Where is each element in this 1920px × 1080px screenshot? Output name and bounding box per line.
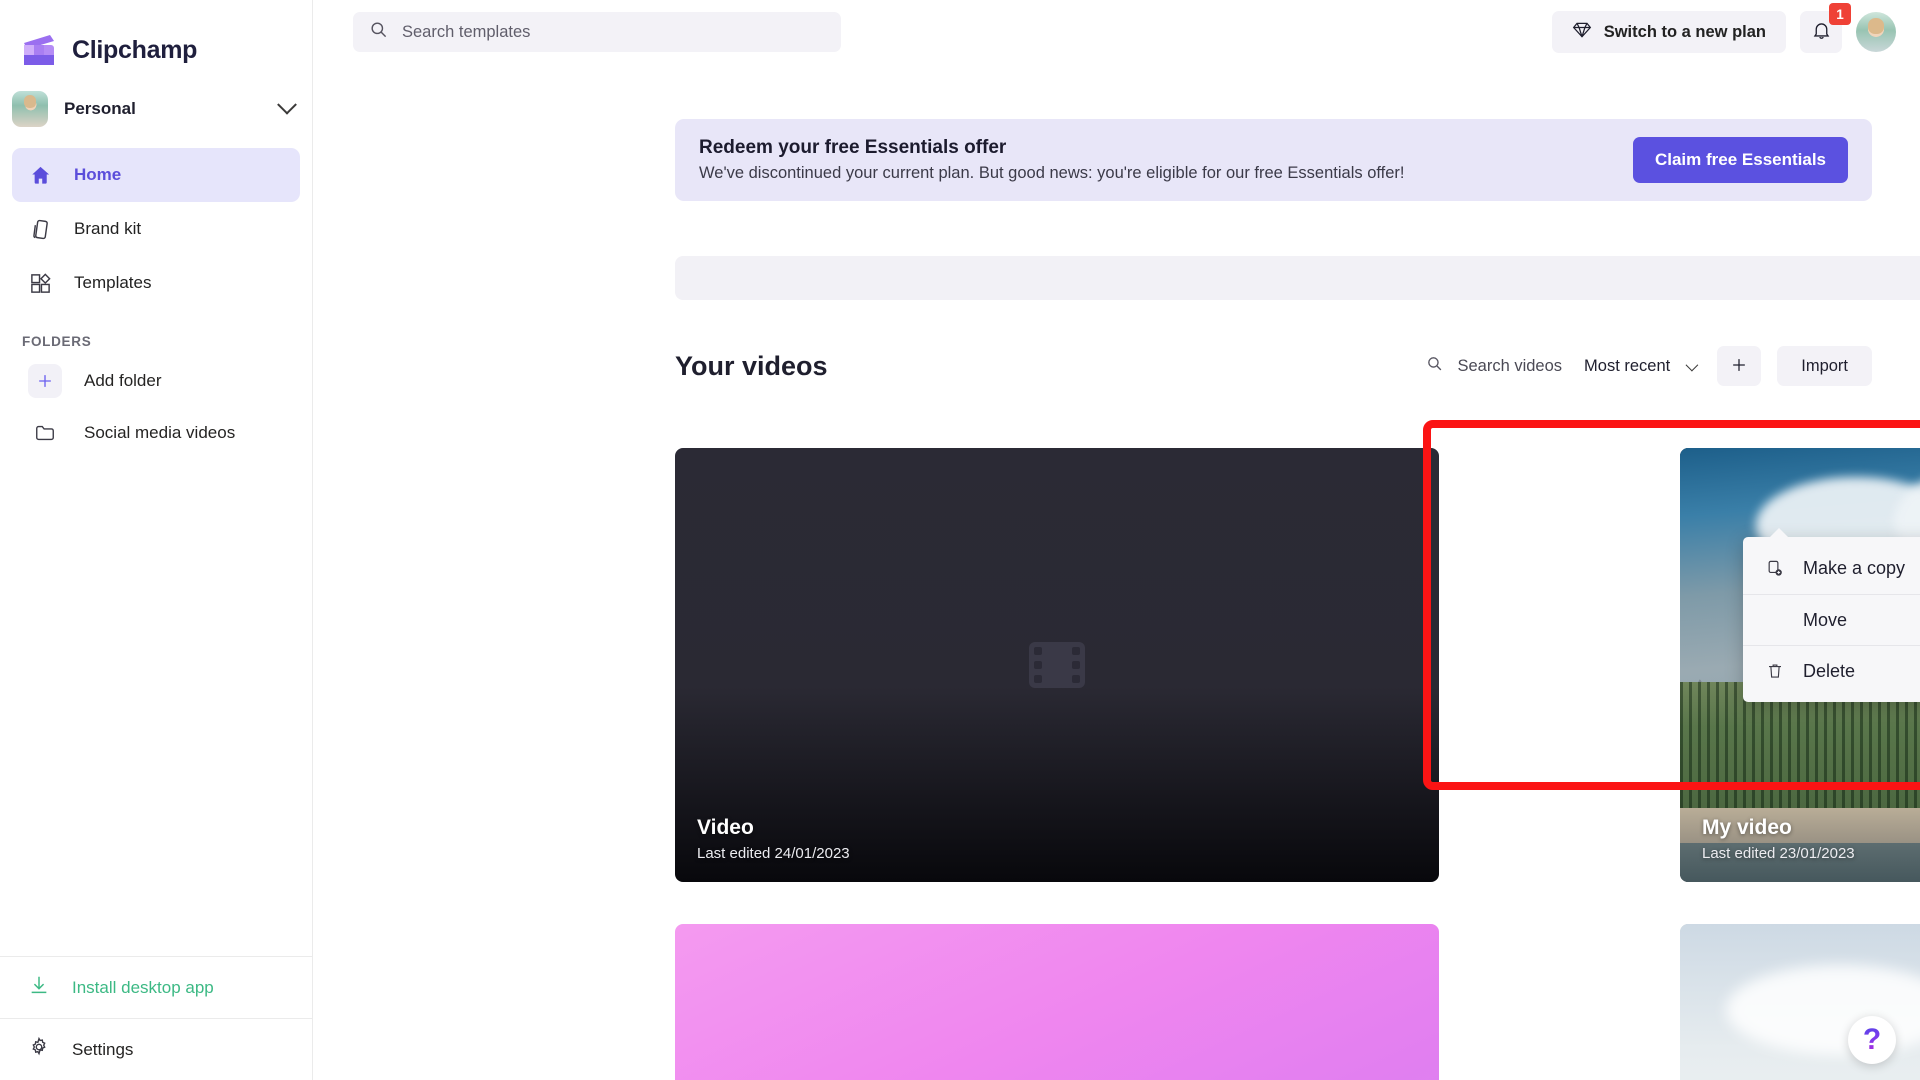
install-desktop-app-button[interactable]: Install desktop app — [0, 956, 312, 1018]
folders-list: Add folder Social media videos — [0, 355, 312, 459]
sidebar-item-home[interactable]: Home — [12, 148, 300, 202]
sidebar-item-label: Add folder — [84, 371, 162, 390]
banner-text: Redeem your free Essentials offer We've … — [699, 137, 1405, 183]
topbar-actions: Switch to a new plan 1 — [1551, 3, 1896, 53]
profile-avatar[interactable] — [1856, 12, 1896, 52]
videos-section-header: Your videos Search videos Most recent Im… — [675, 345, 1872, 387]
page-title: Your videos — [675, 350, 828, 381]
account-avatar — [12, 91, 48, 127]
videos-search-placeholder: Search videos — [1457, 356, 1563, 375]
clipchamp-app: Clipchamp Personal Home Brand kit Templa… — [0, 0, 1920, 1080]
menu-item-label: Delete — [1803, 660, 1856, 681]
clipped-row-above — [675, 256, 1920, 300]
brand-kit-icon — [28, 217, 52, 241]
topbar: Switch to a new plan 1 — [313, 0, 1920, 64]
video-card-meta: My video Last edited 23/01/2023 — [1702, 816, 1855, 862]
sort-select[interactable]: Most recent — [1578, 357, 1701, 376]
settings-label: Settings — [72, 1039, 134, 1059]
switch-plan-button[interactable]: Switch to a new plan — [1551, 11, 1786, 53]
settings-button[interactable]: Settings — [0, 1018, 312, 1080]
menu-item-label: Move — [1803, 609, 1848, 630]
account-switcher[interactable]: Personal — [0, 78, 312, 140]
notification-badge: 1 — [1829, 3, 1851, 25]
chevron-down-icon — [1685, 358, 1699, 371]
chevron-down-icon — [277, 94, 297, 115]
video-last-edited: Last edited 24/01/2023 — [697, 845, 850, 862]
trash-icon — [1765, 661, 1785, 681]
video-card-meta: Video Last edited 24/01/2023 — [697, 816, 850, 862]
template-search[interactable] — [353, 12, 841, 52]
copy-icon — [1765, 559, 1785, 579]
install-desktop-app-label: Install desktop app — [72, 977, 214, 997]
video-card[interactable]: Video Last edited 24/01/2023 — [675, 448, 1439, 882]
sidebar-item-label: Brand kit — [74, 219, 142, 238]
home-icon — [28, 163, 52, 187]
menu-item-label: Make a copy — [1803, 558, 1906, 578]
context-menu-arrow — [1769, 528, 1789, 538]
essentials-offer-banner: Redeem your free Essentials offer We've … — [675, 119, 1872, 201]
video-title: My video — [1702, 816, 1792, 839]
sidebar-item-templates[interactable]: Templates — [12, 256, 300, 310]
bell-icon — [1811, 20, 1832, 44]
video-title: Video — [697, 816, 754, 839]
primary-nav: Home Brand kit Templates — [0, 140, 312, 310]
folder-icon — [28, 416, 62, 450]
banner-title: Redeem your free Essentials offer — [699, 137, 1007, 158]
menu-item-move[interactable]: Move — [1743, 594, 1920, 645]
sidebar-item-label: Templates — [74, 273, 152, 292]
sidebar-item-label: Home — [74, 165, 122, 184]
sidebar-item-brand-kit[interactable]: Brand kit — [12, 202, 300, 256]
templates-icon — [28, 271, 52, 295]
menu-item-make-a-copy[interactable]: Make a copy — [1743, 543, 1920, 594]
menu-item-delete[interactable]: Delete — [1743, 645, 1920, 696]
sidebar-item-social-media-videos[interactable]: Social media videos — [12, 407, 300, 459]
notifications-button[interactable]: 1 — [1800, 3, 1851, 53]
sort-value: Most recent — [1584, 356, 1671, 375]
sidebar-item-label: Social media videos — [84, 423, 236, 442]
claim-free-essentials-button[interactable]: Claim free Essentials — [1632, 137, 1848, 183]
search-icon — [369, 20, 388, 44]
download-icon — [28, 974, 50, 1001]
help-question-icon: ? — [1862, 1023, 1882, 1056]
sidebar-footer: Install desktop app Settings — [0, 956, 312, 1080]
plus-icon — [1729, 355, 1749, 378]
video-last-edited: Last edited 23/01/2023 — [1702, 845, 1855, 862]
import-button[interactable]: Import — [1777, 346, 1872, 386]
account-name: Personal — [64, 99, 136, 118]
help-button[interactable]: ? — [1848, 1016, 1896, 1064]
clipchamp-logo-icon — [20, 32, 58, 68]
diamond-icon — [1572, 20, 1592, 45]
video-card[interactable] — [675, 924, 1439, 1080]
sidebar-item-add-folder[interactable]: Add folder — [12, 355, 300, 407]
add-video-button[interactable] — [1717, 346, 1762, 386]
move-icon — [1765, 610, 1785, 630]
app-title: Clipchamp — [72, 35, 198, 64]
switch-plan-label: Switch to a new plan — [1603, 22, 1766, 41]
videos-toolbar: Search videos Most recent Import — [1426, 346, 1872, 386]
videos-search[interactable]: Search videos — [1426, 355, 1562, 377]
banner-subtitle: We've discontinued your current plan. Bu… — [699, 164, 1405, 182]
search-input[interactable] — [402, 22, 825, 42]
video-context-menu: Make a copy Move Delete — [1743, 528, 1920, 702]
search-icon — [1426, 355, 1443, 377]
plus-icon — [28, 364, 62, 398]
gear-icon — [28, 1036, 50, 1063]
film-strip-icon — [1029, 642, 1085, 688]
sidebar: Clipchamp Personal Home Brand kit Templa… — [0, 0, 313, 1080]
main-content: Switch to a new plan 1 Redeem your free … — [313, 0, 1920, 1080]
brand: Clipchamp — [0, 0, 312, 78]
folders-heading: FOLDERS — [22, 334, 92, 349]
